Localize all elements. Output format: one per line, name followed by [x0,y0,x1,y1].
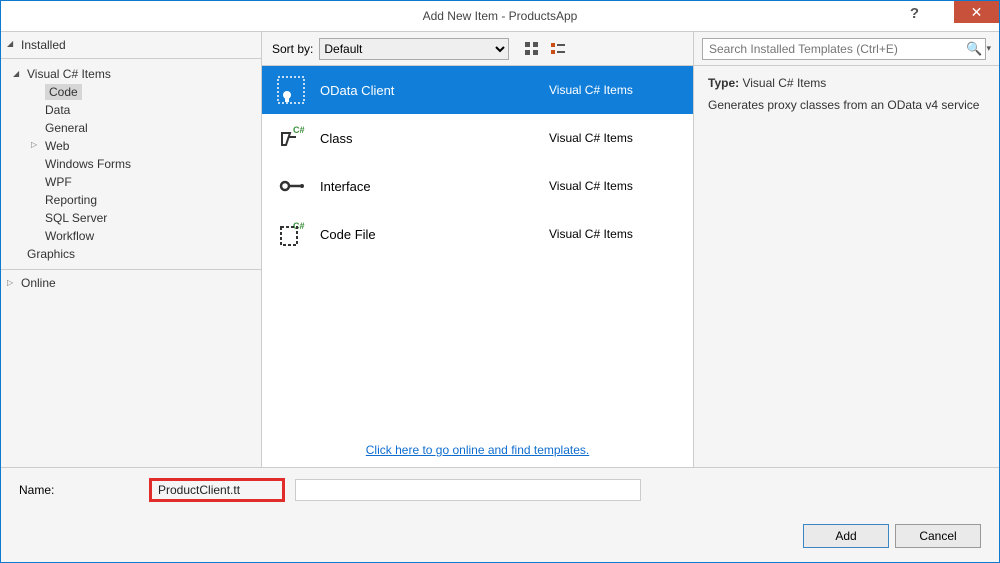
sort-toolbar: Sort by: Default [262,32,693,66]
tree-label: Workflow [45,229,94,243]
tree-label: Code [45,84,82,100]
template-list: OData Client Visual C# Items C# Class Vi… [262,66,693,433]
category-tree: Visual C# Items Code Data General ▷ Web … [1,59,261,269]
tree-label: Windows Forms [45,157,131,171]
template-lang: Visual C# Items [549,83,679,97]
svg-text:C#: C# [293,221,305,231]
online-header[interactable]: Online [1,269,261,296]
online-templates-link-row: Click here to go online and find templat… [262,433,693,467]
window-title: Add New Item - ProductsApp [423,9,578,23]
close-button[interactable]: ✕ [954,1,999,23]
tree-label: Graphics [27,247,75,261]
search-icon[interactable]: 🔍 [966,41,982,57]
tree-node-code[interactable]: Code [1,83,261,101]
template-lang: Visual C# Items [549,179,679,193]
name-input[interactable] [295,479,641,501]
tree-node-winforms[interactable]: Windows Forms [1,155,261,173]
cancel-button[interactable]: Cancel [895,524,981,548]
search-dropdown-icon[interactable]: ▾ [986,43,991,54]
dialog-buttons: Add Cancel [19,524,981,548]
search-input[interactable] [702,38,986,60]
tree-node-workflow[interactable]: Workflow [1,227,261,245]
template-lang: Visual C# Items [549,227,679,241]
tree-label: Reporting [45,193,97,207]
template-label: Code File [320,227,549,242]
installed-header[interactable]: Installed [1,32,261,59]
close-icon: ✕ [971,4,983,21]
template-description: Type: Visual C# Items Generates proxy cl… [694,66,999,122]
online-label: Online [21,276,56,290]
sort-by-label: Sort by: [272,42,313,56]
type-value: Visual C# Items [742,76,826,90]
view-medium-icons-icon[interactable] [523,40,541,58]
online-templates-link[interactable]: Click here to go online and find templat… [366,443,589,457]
description-text: Generates proxy classes from an OData v4… [708,98,985,112]
tree-node-sqlserver[interactable]: SQL Server [1,209,261,227]
help-icon[interactable]: ? [910,5,919,22]
tree-node-wpf[interactable]: WPF [1,173,261,191]
tree-label: General [45,121,88,135]
tree-label: SQL Server [45,211,107,225]
class-icon: C# [276,123,306,153]
dialog-body: Installed Visual C# Items Code Data Gene… [1,31,999,467]
tree-node-csharp-items[interactable]: Visual C# Items [1,65,261,83]
template-item-class[interactable]: C# Class Visual C# Items [262,114,693,162]
tree-node-graphics[interactable]: Graphics [1,245,261,263]
template-label: OData Client [320,83,549,98]
code-file-icon: C# [276,219,306,249]
name-input-highlight: ProductClient.tt [149,478,285,502]
tree-node-reporting[interactable]: Reporting [1,191,261,209]
odata-client-icon [276,75,306,105]
name-row: Name: ProductClient.tt [19,478,981,502]
name-label: Name: [19,483,139,497]
type-label: Type: [708,76,739,90]
template-panel: Sort by: Default [262,32,693,467]
add-button[interactable]: Add [803,524,889,548]
sort-by-select[interactable]: Default [319,38,509,60]
detail-panel: 🔍 ▾ Type: Visual C# Items Generates prox… [693,32,999,467]
template-lang: Visual C# Items [549,131,679,145]
dialog-window: Add New Item - ProductsApp ? ✕ Installed… [0,0,1000,563]
titlebar: Add New Item - ProductsApp ? ✕ [1,1,999,31]
template-item-code-file[interactable]: C# Code File Visual C# Items [262,210,693,258]
tree-label: Visual C# Items [27,67,111,81]
tree-node-web[interactable]: ▷ Web [1,137,261,155]
tree-label: WPF [45,175,72,189]
category-sidebar: Installed Visual C# Items Code Data Gene… [1,32,262,467]
template-item-interface[interactable]: Interface Visual C# Items [262,162,693,210]
template-item-odata-client[interactable]: OData Client Visual C# Items [262,66,693,114]
bottom-bar: Name: ProductClient.tt Add Cancel [1,467,999,562]
installed-label: Installed [21,38,66,52]
view-small-icons-icon[interactable] [549,40,567,58]
chevron-right-icon: ▷ [31,140,37,149]
tree-label: Data [45,103,70,117]
tree-node-data[interactable]: Data [1,101,261,119]
svg-text:C#: C# [293,125,305,135]
template-label: Class [320,131,549,146]
tree-label: Web [45,139,69,153]
search-wrap: 🔍 ▾ [694,32,999,66]
interface-icon [276,171,306,201]
template-label: Interface [320,179,549,194]
tree-node-general[interactable]: General [1,119,261,137]
name-input-value[interactable]: ProductClient.tt [158,483,240,497]
